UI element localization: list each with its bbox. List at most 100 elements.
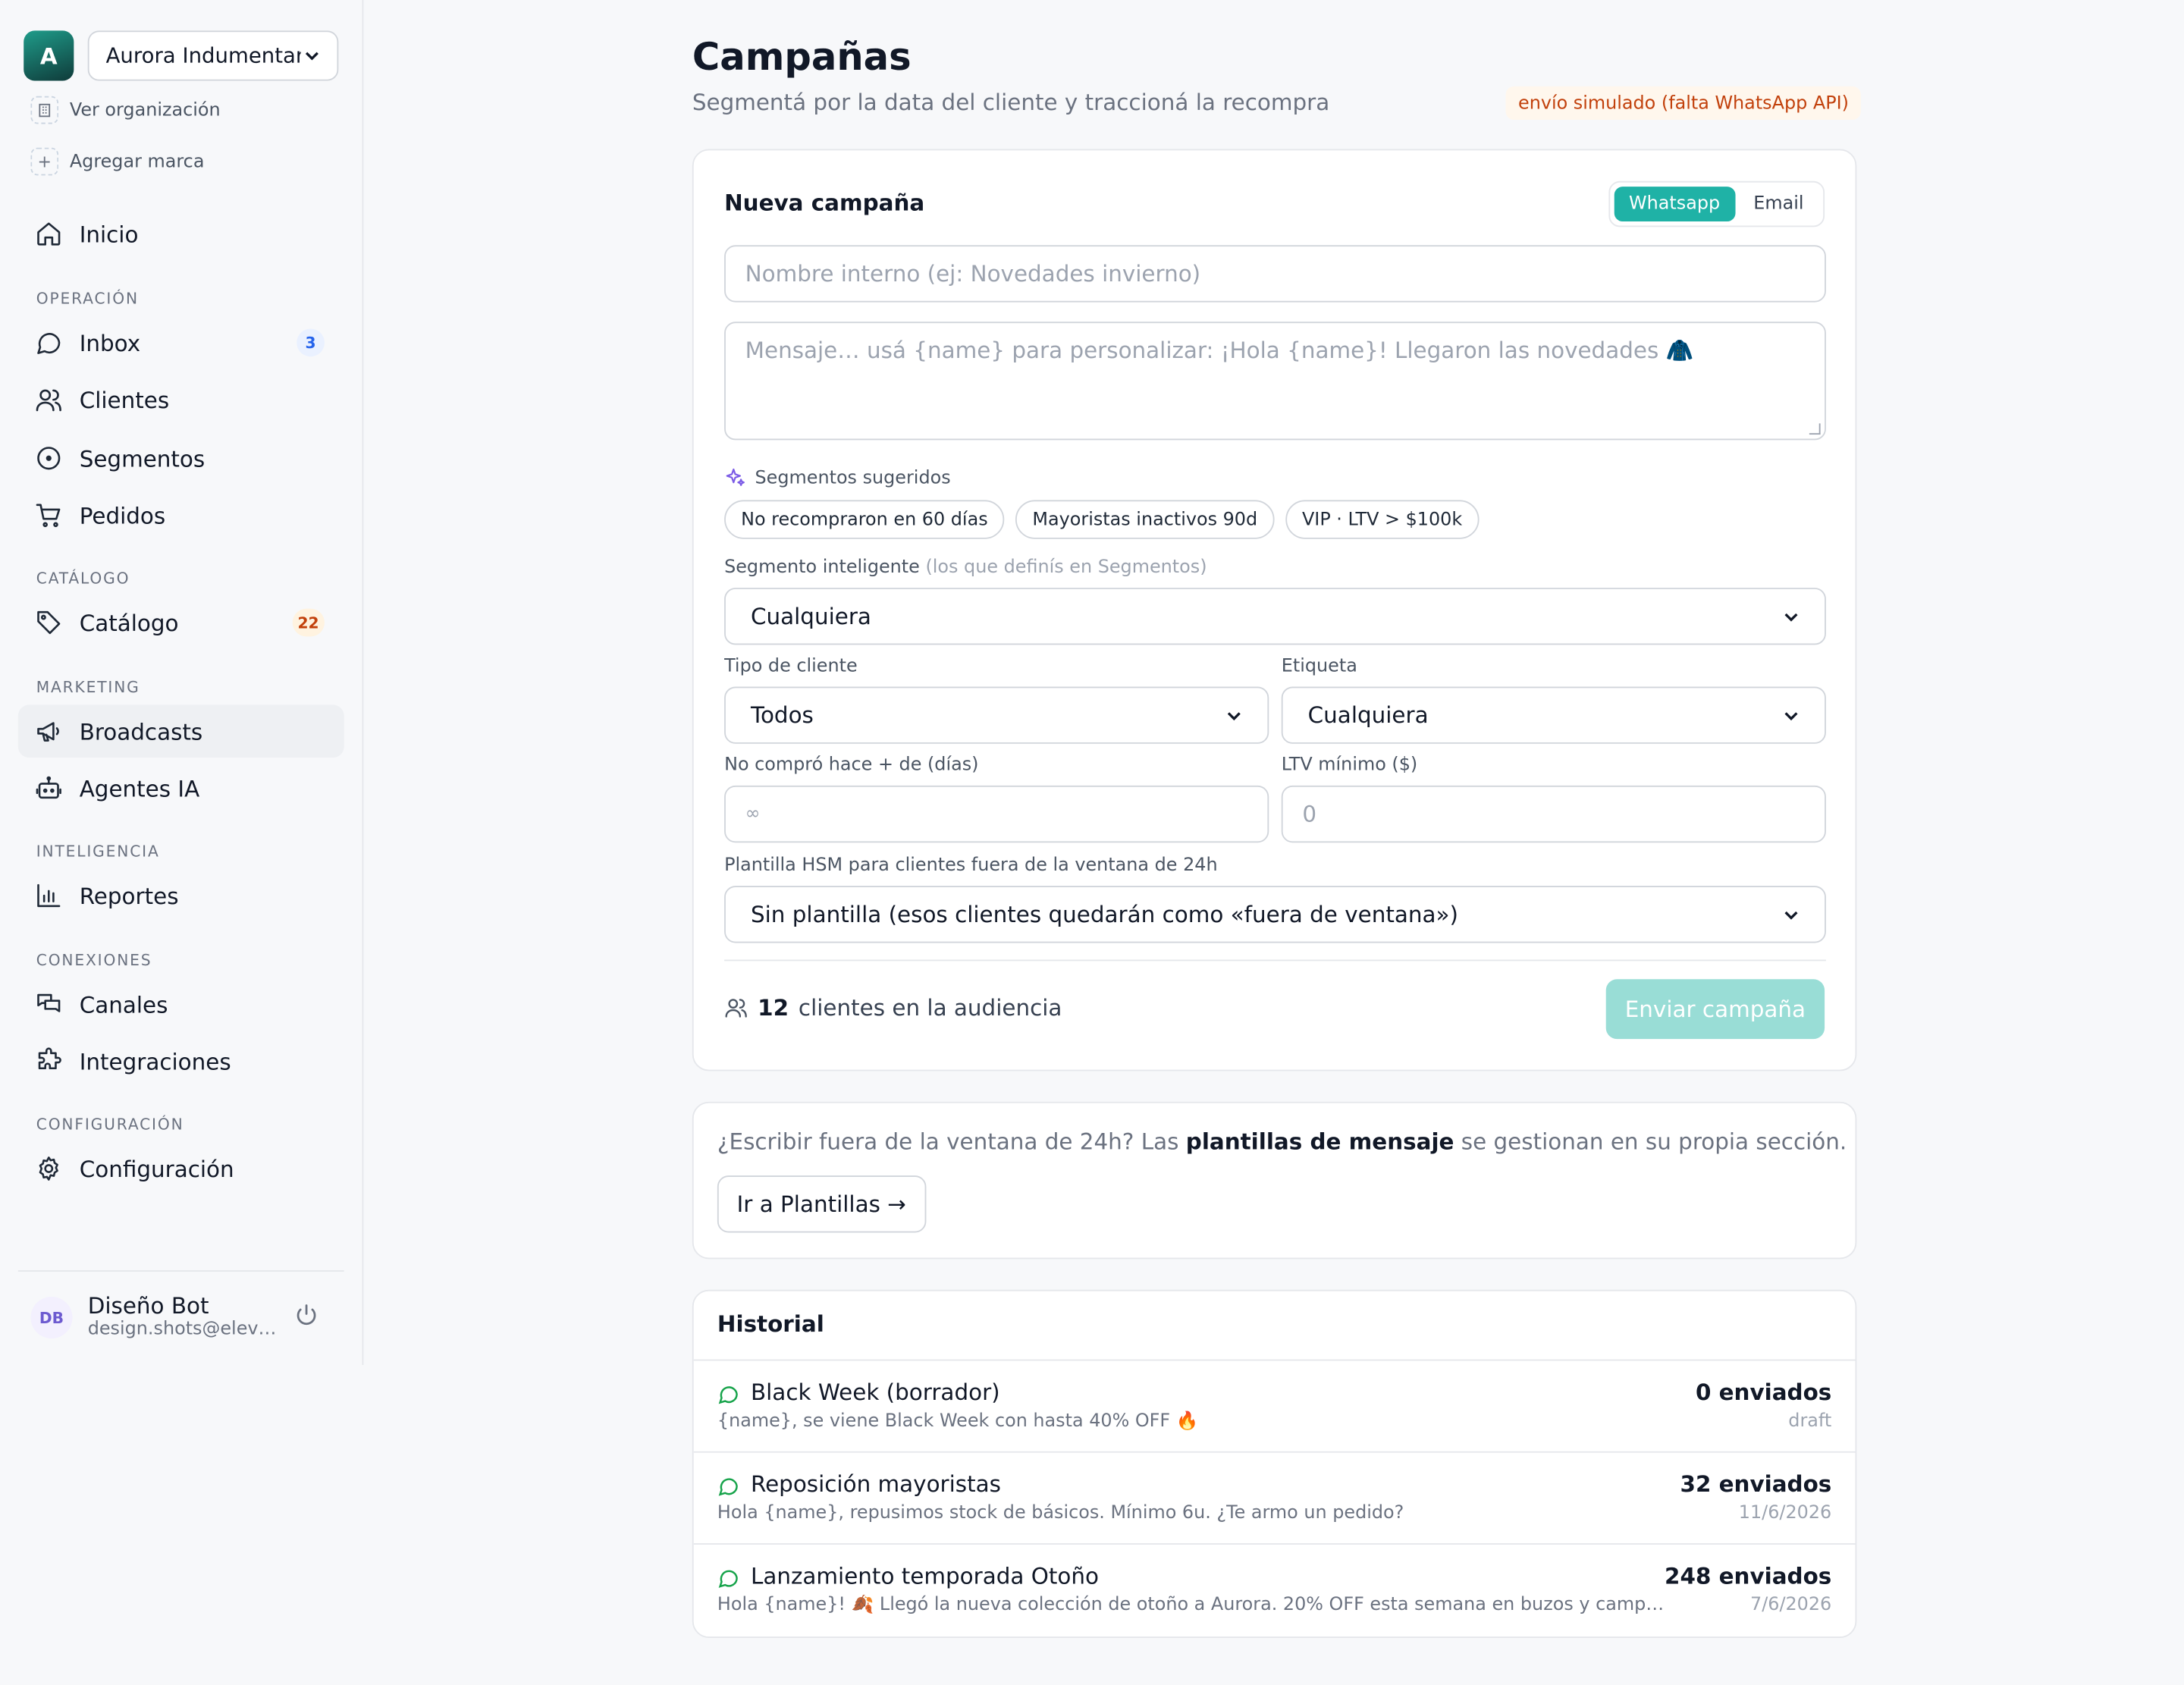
client-type-select[interactable]: Todos	[724, 686, 1269, 744]
brand-select[interactable]: Aurora Indumentaria	[87, 30, 339, 81]
section-label-intelligence: INTELIGENCIA	[36, 842, 160, 861]
campaign-name: Lanzamiento temporada Otoño	[750, 1562, 1099, 1589]
sparkles-icon	[726, 468, 745, 486]
ltv-min-placeholder: 0	[1302, 801, 1317, 827]
new-campaign-title: Nueva campaña	[724, 189, 925, 216]
user-name: Diseño Bot	[87, 1292, 209, 1319]
sidebar-item-label: Catálogo	[79, 609, 179, 636]
history-title: Historial	[717, 1310, 824, 1338]
chevron-down-icon	[1784, 612, 1798, 621]
templates-hint-card: ¿Escribir fuera de la ventana de 24h? La…	[692, 1101, 1857, 1260]
sidebar-item-orders[interactable]: Pedidos	[18, 489, 344, 542]
sidebar-item-broadcasts[interactable]: Broadcasts	[17, 704, 344, 758]
tag-label: Etiqueta	[1281, 656, 1357, 677]
smart-segment-select[interactable]: Cualquiera	[724, 588, 1826, 645]
sidebar-item-agents[interactable]: Agentes IA	[18, 762, 344, 815]
simulated-send-badge: envío simulado (falta WhatsApp API)	[1505, 86, 1862, 120]
messages-icon	[37, 993, 61, 1012]
sidebar-item-integrations[interactable]: Integraciones	[18, 1035, 344, 1088]
smart-segment-hint: (los que definís en Segmentos)	[925, 557, 1207, 579]
sidebar-item-label: Inbox	[79, 329, 141, 356]
no-buy-days-label: No compró hace + de (días)	[724, 755, 979, 777]
channel-option-whatsapp[interactable]: Whatsapp	[1613, 187, 1736, 222]
sidebar-item-label: Segmentos	[79, 444, 206, 472]
history-row[interactable]: Black Week (borrador) {name}, se viene B…	[693, 1359, 1856, 1451]
send-campaign-button[interactable]: Enviar campaña	[1605, 979, 1825, 1040]
history-row[interactable]: Lanzamiento temporada Otoño Hola {name}!…	[693, 1543, 1856, 1635]
sidebar-item-segments[interactable]: Segmentos	[18, 431, 344, 485]
campaign-sent-count: 0 enviados	[1695, 1379, 1832, 1406]
ltv-min-input[interactable]: 0	[1281, 785, 1826, 843]
campaign-message-textarea[interactable]: Mensaje… usá {name} para personalizar: ¡…	[724, 322, 1826, 441]
smart-segment-value: Cualquiera	[750, 603, 871, 630]
brand-row: A Aurora Indumentaria	[24, 30, 339, 81]
sidebar-item-home[interactable]: Inicio	[18, 208, 344, 261]
segment-chip[interactable]: No recompraron en 60 días	[724, 500, 1005, 539]
templates-hint-suffix: se gestionan en su propia sección.	[1454, 1128, 1847, 1155]
segment-chip[interactable]: VIP · LTV > $100k	[1285, 500, 1480, 539]
chat-bubble-icon	[718, 1386, 738, 1404]
campaign-status: draft	[1788, 1410, 1832, 1432]
view-org-label: Ver organización	[69, 99, 221, 121]
sidebar-item-inbox[interactable]: Inbox 3	[18, 316, 344, 369]
robot-icon	[36, 776, 61, 799]
tag-icon	[37, 610, 61, 635]
power-icon[interactable]	[294, 1302, 319, 1327]
user-profile[interactable]: DB Diseño Bot design.shots@eleven.ai	[17, 1270, 344, 1365]
no-buy-days-input[interactable]: ∞	[724, 785, 1269, 843]
client-type-label: Tipo de cliente	[724, 656, 858, 677]
sidebar-item-settings[interactable]: Configuración	[18, 1142, 344, 1195]
channel-option-email[interactable]: Email	[1738, 187, 1819, 221]
new-campaign-card: Nueva campaña Whatsapp Email Nombre inte…	[692, 149, 1857, 1072]
sidebar-item-channels[interactable]: Canales	[18, 977, 344, 1031]
target-icon	[37, 447, 61, 470]
sidebar-item-label: Pedidos	[79, 502, 166, 529]
sidebar-item-label: Broadcasts	[79, 717, 203, 745]
campaign-sent-count: 32 enviados	[1680, 1470, 1832, 1498]
campaign-date: 7/6/2026	[1750, 1595, 1832, 1616]
tag-select[interactable]: Cualquiera	[1281, 686, 1826, 744]
client-type-value: Todos	[750, 701, 814, 729]
sidebar-item-label: Canales	[79, 990, 168, 1018]
sidebar-item-clients[interactable]: Clientes	[18, 373, 344, 426]
campaign-name: Black Week (borrador)	[750, 1379, 1000, 1406]
segment-chip[interactable]: Mayoristas inactivos 90d	[1015, 500, 1275, 539]
audience-text: clientes en la audiencia	[798, 994, 1062, 1021]
inbox-count-badge: 3	[297, 328, 325, 357]
resize-handle-icon[interactable]	[1809, 423, 1821, 435]
go-to-templates-button[interactable]: Ir a Plantillas →	[717, 1175, 926, 1233]
users-icon	[36, 389, 61, 412]
tag-value: Cualquiera	[1307, 701, 1429, 729]
channel-toggle: Whatsapp Email	[1608, 180, 1825, 227]
users-icon	[725, 999, 747, 1018]
user-email: design.shots@eleven.ai	[87, 1319, 283, 1340]
sidebar-item-label: Integraciones	[79, 1048, 231, 1075]
sidebar-item-reports[interactable]: Reportes	[18, 869, 344, 922]
templates-hint-text: ¿Escribir fuera de la ventana de 24h? La…	[717, 1128, 1847, 1155]
chat-bubble-icon	[718, 1478, 738, 1496]
catalog-count-badge: 22	[292, 608, 325, 637]
divider	[724, 959, 1826, 962]
section-label-connections: CONEXIONES	[36, 951, 152, 970]
bar-chart-icon	[37, 883, 61, 908]
sidebar-item-label: Configuración	[79, 1155, 234, 1182]
smart-segment-label: Segmento inteligente (los que definís en…	[724, 557, 1207, 579]
suggested-segments: No recompraron en 60 días Mayoristas ina…	[724, 500, 1480, 539]
sidebar-item-catalog[interactable]: Catálogo 22	[18, 596, 344, 649]
no-buy-days-placeholder: ∞	[745, 803, 761, 825]
avatar: DB	[30, 1296, 73, 1339]
chevron-down-icon	[1227, 711, 1241, 720]
history-row[interactable]: Reposición mayoristas Hola {name}, repus…	[693, 1451, 1856, 1543]
ltv-min-label: LTV mínimo ($)	[1281, 755, 1418, 777]
view-org-link[interactable]: Ver organización	[30, 96, 221, 124]
sidebar-item-label: Clientes	[79, 386, 170, 413]
campaign-name-input[interactable]: Nombre interno (ej: Novedades invierno)	[724, 245, 1826, 303]
hsm-template-select[interactable]: Sin plantilla (esos clientes quedarán co…	[724, 886, 1826, 943]
add-brand-link[interactable]: + Agregar marca	[30, 147, 204, 176]
gear-icon	[39, 1156, 58, 1181]
sidebar-item-label: Agentes IA	[79, 775, 200, 802]
campaign-sent-count: 248 enviados	[1665, 1562, 1832, 1589]
campaign-message-placeholder: Mensaje… usá {name} para personalizar: ¡…	[745, 337, 1694, 364]
megaphone-icon	[37, 722, 59, 742]
campaign-message: {name}, se viene Black Week con hasta 40…	[717, 1410, 1199, 1432]
